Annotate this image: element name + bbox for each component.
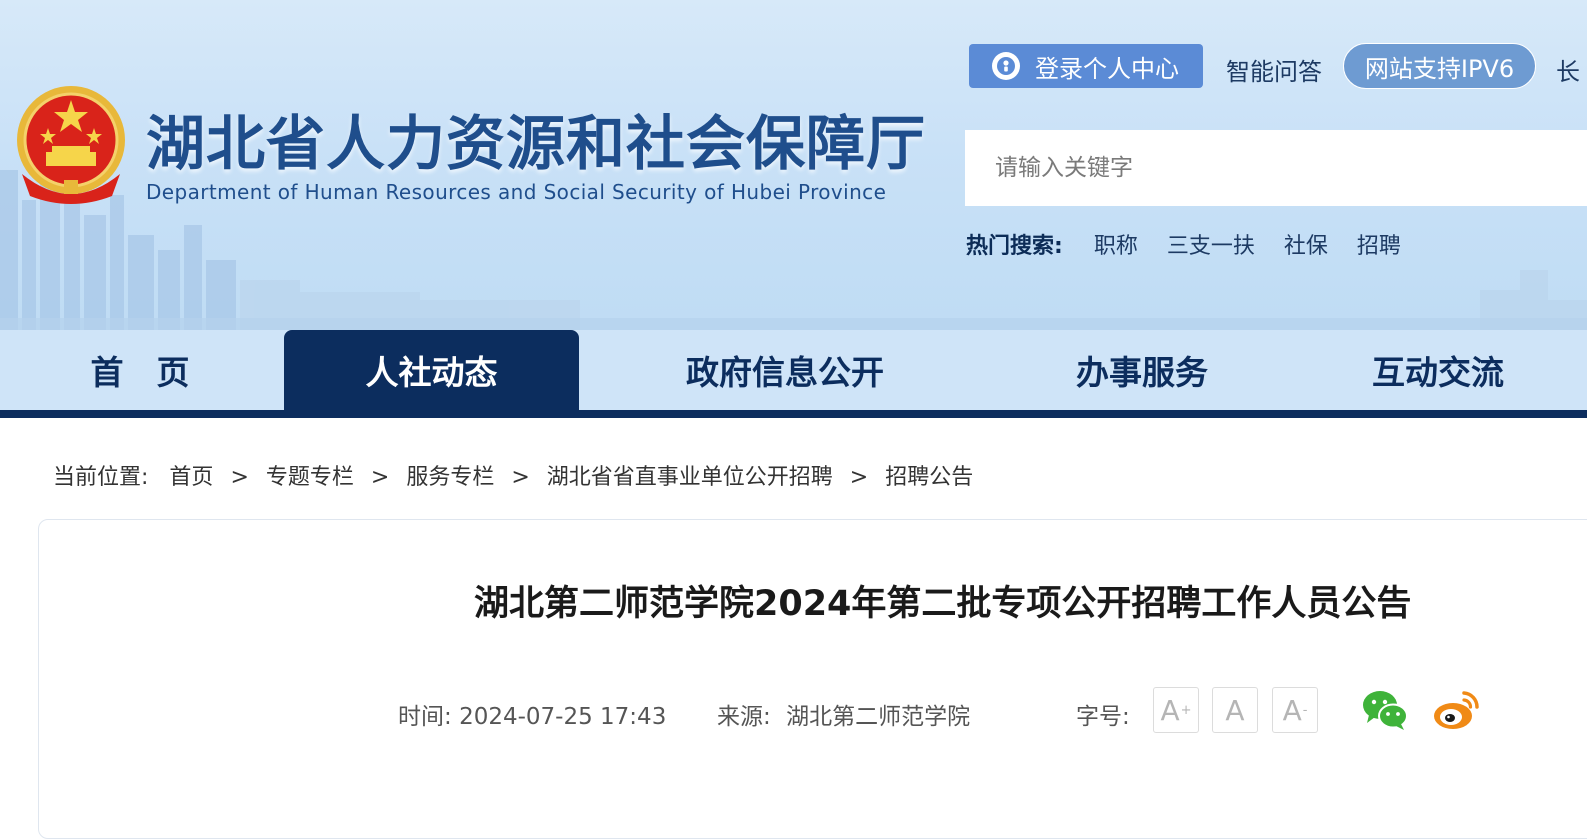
weibo-icon[interactable] <box>1432 689 1480 731</box>
nav-item-hrss-news[interactable]: 人社动态 <box>284 330 579 410</box>
nav-item-home[interactable]: 首 页 <box>40 330 240 410</box>
time-value: 2024-07-25 17:43 <box>459 704 667 730</box>
hot-search-item[interactable]: 三支一扶 <box>1167 234 1255 259</box>
breadcrumb-separator: > <box>511 465 530 490</box>
site-subtitle-english: Department of Human Resources and Social… <box>146 180 887 204</box>
breadcrumb-separator: > <box>370 465 390 490</box>
article-source: 来源: 湖北第二师范学院 <box>717 697 970 731</box>
nav-underline <box>0 410 1587 418</box>
source-value: 湖北第二师范学院 <box>786 704 971 730</box>
hot-search-item[interactable]: 招聘 <box>1357 234 1401 259</box>
breadcrumb-separator: > <box>230 465 249 490</box>
search-input[interactable] <box>965 130 1587 206</box>
font-glyph: A <box>1225 693 1245 727</box>
smart-qa-link[interactable]: 智能问答 <box>1226 52 1322 87</box>
nav-item-interaction[interactable]: 互动交流 <box>1320 330 1556 410</box>
article-panel <box>38 519 1587 839</box>
user-circle-icon <box>992 52 1020 80</box>
hot-search-label: 热门搜索: <box>966 234 1063 259</box>
nav-item-gov-info[interactable]: 政府信息公开 <box>640 330 930 410</box>
breadcrumb-item[interactable]: 服务专栏 <box>406 465 494 490</box>
breadcrumb-label: 当前位置: <box>53 465 149 490</box>
font-size-label: 字号: <box>1076 704 1130 730</box>
article-time: 时间: 2024-07-25 17:43 <box>398 697 666 731</box>
hot-search-item[interactable]: 职称 <box>1094 234 1138 259</box>
time-label: 时间: <box>398 704 452 730</box>
breadcrumb-item[interactable]: 湖北省省直事业单位公开招聘 <box>547 465 833 490</box>
font-glyph: A <box>1282 693 1302 727</box>
ipv6-support-badge[interactable]: 网站支持IPV6 <box>1343 43 1536 89</box>
login-label: 登录个人中心 <box>1035 54 1179 83</box>
breadcrumb-separator: > <box>849 465 869 490</box>
font-glyph: A <box>1160 693 1180 727</box>
breadcrumb-item[interactable]: 招聘公告 <box>885 465 973 490</box>
breadcrumb-item[interactable]: 首页 <box>169 465 213 490</box>
site-header: 湖北省人力资源和社会保障厅 Department of Human Resour… <box>0 0 1587 330</box>
login-personal-center-button[interactable]: 登录个人中心 <box>969 44 1203 88</box>
hot-search-item[interactable]: 社保 <box>1284 234 1328 259</box>
hot-search-bar: 热门搜索: 职称 三支一扶 社保 招聘 <box>966 228 1423 260</box>
site-title: 湖北省人力资源和社会保障厅 <box>146 109 927 178</box>
minus-mark: - <box>1302 702 1308 718</box>
national-emblem <box>17 86 125 204</box>
nav-item-services[interactable]: 办事服务 <box>1000 330 1284 410</box>
breadcrumb-item[interactable]: 专题专栏 <box>266 465 354 490</box>
source-label: 来源: <box>717 704 771 730</box>
plus-mark: + <box>1180 702 1192 718</box>
font-decrease-button[interactable]: A- <box>1272 687 1318 733</box>
font-increase-button[interactable]: A + <box>1153 687 1199 733</box>
truncated-header-link[interactable]: 长 <box>1556 52 1580 87</box>
breadcrumb: 当前位置: 首页 > 专题专栏 > 服务专栏 > 湖北省省直事业单位公开招聘 >… <box>53 459 973 491</box>
wechat-icon[interactable] <box>1361 689 1409 731</box>
article-title: 湖北第二师范学院2024年第二批专项公开招聘工作人员公告 <box>474 584 1412 624</box>
main-nav: 首 页 人社动态 政府信息公开 办事服务 互动交流 <box>0 330 1587 418</box>
font-default-button[interactable]: A <box>1212 687 1258 733</box>
